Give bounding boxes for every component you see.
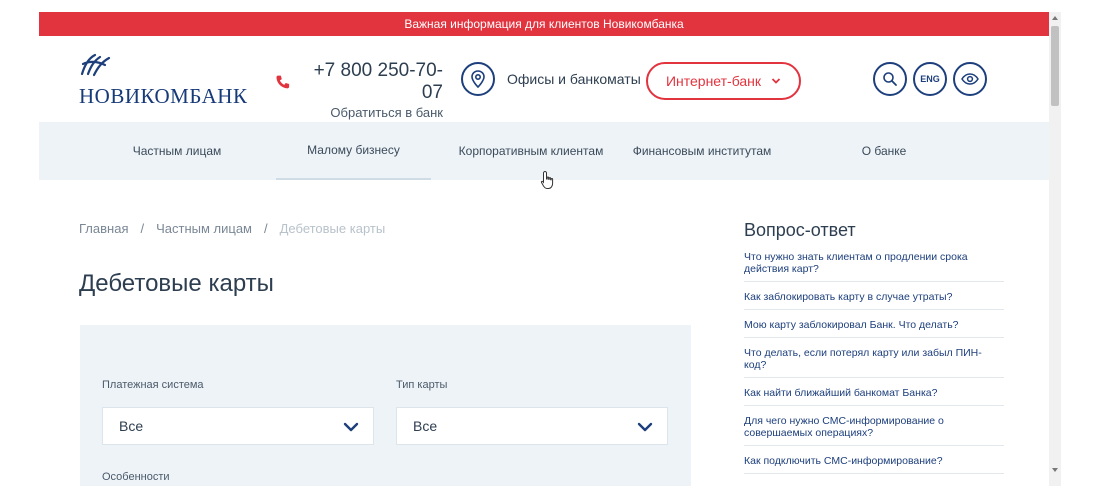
logo-text: НОВИКОМБАНК bbox=[79, 84, 248, 108]
scrollbar-thumb[interactable] bbox=[1051, 26, 1059, 106]
card-type-value: Все bbox=[413, 418, 438, 434]
faq-title: Вопрос-ответ bbox=[744, 220, 856, 240]
faq-item[interactable]: Как подключить СМС-информирование? bbox=[744, 452, 1004, 474]
faq-item[interactable]: Что нужно знать клиентам о продлении сро… bbox=[744, 248, 1004, 282]
chevron-down-icon bbox=[637, 422, 653, 432]
page-scrollbar[interactable] bbox=[1049, 12, 1061, 486]
faq-item[interactable]: Для чего нужно СМС-информирование о сове… bbox=[744, 412, 1004, 446]
header-tools: ENG bbox=[873, 62, 987, 96]
accessibility-button[interactable] bbox=[953, 62, 987, 96]
faq-item[interactable]: Как найти ближайший банкомат Банка? bbox=[744, 384, 1004, 406]
faq-sidebar: Вопрос-ответ Что нужно знать клиентам о … bbox=[744, 220, 1004, 480]
nav-item-corporate[interactable]: Корпоративным клиентам bbox=[449, 122, 613, 180]
page: Важная информация для клиентов Новикомба… bbox=[39, 12, 1049, 486]
nav-item-financial-institutions[interactable]: Финансовым институтам bbox=[622, 122, 782, 180]
phone-number[interactable]: +7 800 250-70-07 bbox=[297, 60, 443, 104]
phone-block[interactable]: +7 800 250-70-07 Обратиться в банк bbox=[275, 60, 443, 120]
breadcrumb-current: Дебетовые карты bbox=[279, 221, 386, 236]
page-title: Дебетовые карты bbox=[79, 270, 274, 297]
breadcrumb-separator: / bbox=[140, 221, 145, 236]
payment-system-select[interactable]: Все bbox=[102, 407, 374, 445]
phone-icon bbox=[276, 75, 290, 89]
chevron-down-icon bbox=[771, 78, 781, 84]
language-button[interactable]: ENG bbox=[913, 62, 947, 96]
location-pin-icon bbox=[471, 70, 485, 88]
internet-bank-label: Интернет-банк bbox=[665, 73, 762, 89]
card-type-label: Тип карты bbox=[396, 379, 448, 391]
contact-bank-link[interactable]: Обратиться в банк bbox=[275, 105, 443, 120]
scroll-down-arrow-icon[interactable] bbox=[1051, 466, 1059, 474]
location-pin-button[interactable] bbox=[461, 62, 495, 96]
search-icon bbox=[883, 72, 897, 86]
card-type-select[interactable]: Все bbox=[396, 407, 668, 445]
eye-icon bbox=[961, 73, 979, 85]
payment-system-value: Все bbox=[119, 418, 144, 434]
chevron-down-icon bbox=[343, 422, 359, 432]
logo-mark-icon bbox=[80, 53, 111, 77]
breadcrumb-home[interactable]: Главная bbox=[79, 221, 128, 236]
faq-item[interactable]: Мою карту заблокировал Банк. Что делать? bbox=[744, 316, 1004, 338]
header: НОВИКОМБАНК +7 800 250-70-07 Обратиться … bbox=[39, 36, 1049, 122]
search-button[interactable] bbox=[873, 62, 907, 96]
alert-bar[interactable]: Важная информация для клиентов Новикомба… bbox=[39, 12, 1049, 36]
alert-text[interactable]: Важная информация для клиентов Новикомба… bbox=[404, 17, 683, 31]
features-label: Особенности bbox=[102, 471, 170, 483]
offices-label[interactable]: Офисы и банкоматы bbox=[507, 71, 641, 87]
nav-item-about[interactable]: О банке bbox=[829, 122, 939, 180]
internet-bank-button[interactable]: Интернет-банк bbox=[646, 62, 801, 100]
offices-link[interactable]: Офисы и банкоматы bbox=[461, 62, 641, 96]
breadcrumb: Главная / Частным лицам / Дебетовые карт… bbox=[79, 221, 385, 236]
faq-item[interactable]: Как заблокировать карту в случае утраты? bbox=[744, 288, 1004, 310]
language-label: ENG bbox=[920, 74, 940, 84]
payment-system-label: Платежная система bbox=[102, 379, 204, 391]
breadcrumb-individuals[interactable]: Частным лицам bbox=[156, 221, 252, 236]
nav-item-small-business[interactable]: Малому бизнесу bbox=[276, 122, 431, 180]
scroll-up-arrow-icon[interactable] bbox=[1051, 14, 1059, 22]
breadcrumb-separator: / bbox=[264, 221, 268, 236]
nav-item-individuals[interactable]: Частным лицам bbox=[99, 122, 255, 180]
card-filter-panel: Платежная система Все Тип карты Все Особ… bbox=[80, 325, 691, 486]
hand-cursor-icon bbox=[540, 170, 554, 189]
faq-item[interactable]: Что делать, если потерял карту или забыл… bbox=[744, 344, 1004, 378]
logo[interactable]: НОВИКОМБАНК bbox=[79, 52, 249, 108]
